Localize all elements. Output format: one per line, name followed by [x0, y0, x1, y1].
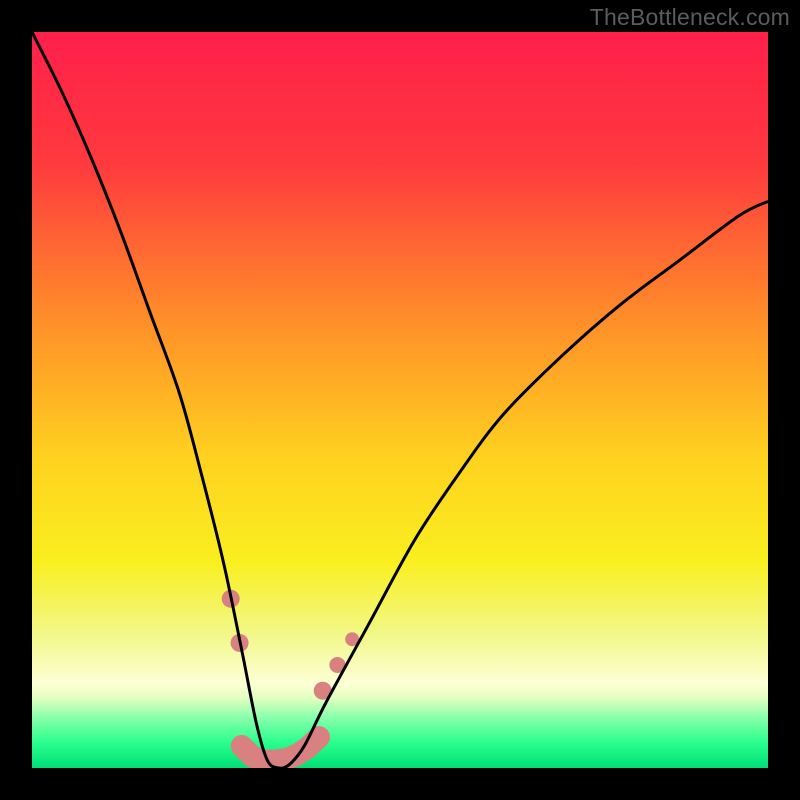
plot-area	[32, 32, 768, 768]
chart-frame: TheBottleneck.com	[0, 0, 800, 800]
chart-overlay	[32, 32, 768, 768]
bottleneck-curve	[32, 32, 768, 768]
marker-dots	[222, 590, 359, 700]
watermark-text: TheBottleneck.com	[590, 4, 790, 31]
